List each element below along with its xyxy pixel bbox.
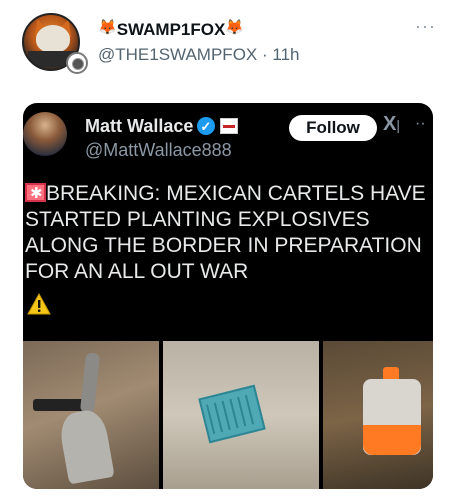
- siren-icon: [25, 181, 46, 207]
- author-name[interactable]: SWAMP1FOX: [117, 20, 226, 39]
- quoted-author-handle[interactable]: @MattWallace888: [85, 139, 232, 161]
- avatar-badge-icon: [66, 52, 88, 74]
- affiliate-flair-icon: [220, 118, 239, 134]
- fox-emoji-left-icon: 🦊: [98, 19, 117, 36]
- avatar-fox-face: [36, 25, 70, 53]
- author-handle[interactable]: @THE1SWAMPFOX: [98, 45, 257, 64]
- more-horizontal-icon[interactable]: ···: [415, 16, 436, 37]
- quoted-author-avatar[interactable]: [23, 112, 67, 156]
- photo-orange-can[interactable]: [323, 341, 433, 489]
- verified-badge-icon: [197, 116, 216, 138]
- blue-basket-object: [198, 384, 266, 444]
- orange-can-object: [363, 379, 421, 455]
- warning-icon: [27, 292, 51, 315]
- shovel-blade: [57, 407, 115, 485]
- photo-basket[interactable]: [163, 341, 319, 489]
- photo-grid: [23, 341, 433, 489]
- author-meta: @THE1SWAMPFOX · 11h: [98, 44, 300, 66]
- fox-emoji-right-icon: 🦊: [225, 19, 244, 36]
- post-time[interactable]: 11h: [272, 45, 299, 64]
- post: 🦊SWAMP1FOX🦊 @THE1SWAMPFOX · 11h ··· Matt…: [0, 0, 456, 500]
- photo-shovel[interactable]: [23, 341, 159, 489]
- quoted-author-name-row[interactable]: Matt Wallace: [85, 115, 239, 138]
- quoted-text-body: BREAKING: MEXICAN CARTELS HAVE STARTED P…: [25, 182, 426, 283]
- x-logo-icon: X|: [383, 113, 400, 135]
- quoted-text: BREAKING: MEXICAN CARTELS HAVE STARTED P…: [25, 181, 429, 285]
- quoted-author-name[interactable]: Matt Wallace: [85, 116, 193, 136]
- author-name-row[interactable]: 🦊SWAMP1FOX🦊: [98, 19, 244, 41]
- quoted-more-icon[interactable]: ··: [415, 115, 426, 133]
- follow-button[interactable]: Follow: [289, 115, 377, 141]
- quoted-tweet-card[interactable]: Matt Wallace @MattWallace888 Follow X| ·…: [23, 103, 433, 489]
- meta-separator: ·: [262, 45, 268, 64]
- shovel-handle: [79, 352, 101, 414]
